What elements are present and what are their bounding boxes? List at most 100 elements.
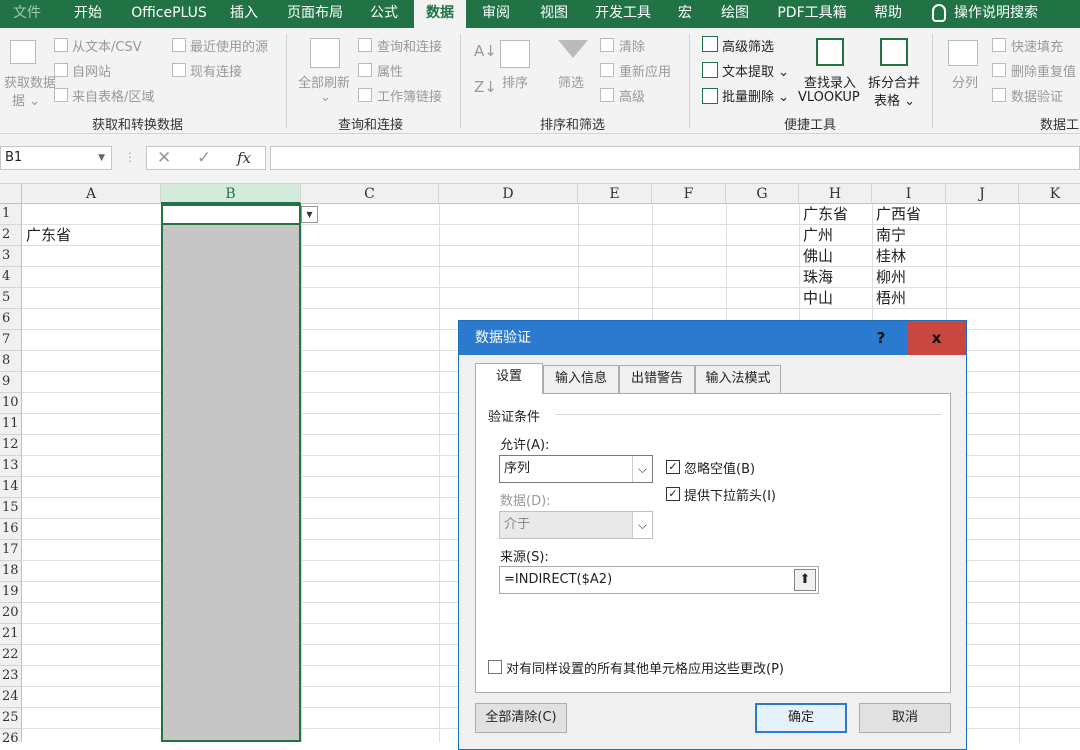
cell-h2[interactable]: 广州	[799, 225, 833, 246]
cell-i2[interactable]: 南宁	[872, 225, 906, 246]
row-header[interactable]: 6	[0, 309, 22, 330]
tab-officeplus[interactable]: OfficePLUS	[122, 0, 216, 28]
row-header[interactable]: 17	[0, 540, 22, 561]
row-header[interactable]: 16	[0, 519, 22, 540]
name-box-dropdown-icon[interactable]: ▼	[98, 147, 105, 169]
column-header-e[interactable]: E	[578, 184, 652, 204]
row-header[interactable]: 14	[0, 477, 22, 498]
collapse-dialog-icon[interactable]: ⬆	[794, 569, 816, 591]
lookup-entry-button[interactable]: 查找录入	[804, 72, 856, 91]
row-header[interactable]: 12	[0, 435, 22, 456]
cell-i1[interactable]: 广西省	[872, 204, 921, 225]
name-box[interactable]: B1 ▼	[0, 146, 112, 170]
flash-fill-button[interactable]: 快速填充	[1011, 36, 1063, 55]
text-to-columns-button[interactable]: 分列	[952, 72, 978, 91]
tab-review[interactable]: 审阅	[474, 0, 518, 28]
dropdown-label[interactable]: 提供下拉箭头(I)	[684, 485, 776, 504]
clear-button[interactable]: 清除	[619, 36, 645, 55]
source-input[interactable]: =INDIRECT($A2)	[499, 566, 819, 594]
cell-h3[interactable]: 佛山	[799, 246, 833, 267]
sort-za-icon[interactable]: Z↓	[474, 78, 497, 96]
tab-ime-mode[interactable]: 输入法模式	[695, 365, 781, 393]
column-header-a[interactable]: A	[22, 184, 161, 204]
queries-connections-button[interactable]: 查询和连接	[377, 36, 442, 55]
text-extract-button[interactable]: 文本提取 ⌄	[722, 61, 789, 80]
cancel-icon[interactable]: ✕	[157, 148, 171, 168]
row-header[interactable]: 11	[0, 414, 22, 435]
apply-all-checkbox[interactable]	[488, 660, 502, 674]
row-header[interactable]: 3	[0, 246, 22, 267]
tab-input-message[interactable]: 输入信息	[543, 365, 619, 393]
cell-h4[interactable]: 珠海	[799, 267, 833, 288]
column-header-g[interactable]: G	[726, 184, 799, 204]
workbook-links-button[interactable]: 工作簿链接	[377, 86, 442, 105]
row-header[interactable]: 24	[0, 687, 22, 708]
row-header[interactable]: 1	[0, 204, 22, 225]
column-header-d[interactable]: D	[439, 184, 578, 204]
tab-macro[interactable]: 宏	[670, 0, 700, 28]
row-header[interactable]: 8	[0, 351, 22, 372]
row-header[interactable]: 21	[0, 624, 22, 645]
tab-settings[interactable]: 设置	[475, 363, 543, 394]
properties-button[interactable]: 属性	[377, 61, 403, 80]
close-button[interactable]: x	[907, 321, 966, 355]
ignore-blank-checkbox[interactable]: ✓	[666, 460, 680, 474]
row-header[interactable]: 9	[0, 372, 22, 393]
column-header-c[interactable]: C	[301, 184, 439, 204]
column-header-i[interactable]: I	[872, 184, 946, 204]
chevron-down-icon[interactable]: ⌵	[632, 456, 652, 482]
cell-a2[interactable]: 广东省	[22, 225, 71, 246]
row-header[interactable]: 18	[0, 561, 22, 582]
row-header[interactable]: 15	[0, 498, 22, 519]
from-text-csv-button[interactable]: 从文本/CSV	[72, 36, 142, 55]
get-data-button[interactable]: 获取数据	[4, 72, 56, 91]
tab-view[interactable]: 视图	[532, 0, 576, 28]
filter-button[interactable]: 筛选	[558, 72, 584, 91]
row-header[interactable]: 5	[0, 288, 22, 309]
cell-i4[interactable]: 柳州	[872, 267, 906, 288]
reapply-button[interactable]: 重新应用	[619, 61, 671, 80]
row-header[interactable]: 23	[0, 666, 22, 687]
tab-developer[interactable]: 开发工具	[588, 0, 658, 28]
tab-home[interactable]: 开始	[60, 0, 116, 28]
active-cell-b1[interactable]	[161, 204, 301, 225]
tab-draw[interactable]: 绘图	[712, 0, 758, 28]
recent-sources-button[interactable]: 最近使用的源	[190, 36, 268, 55]
tab-formulas[interactable]: 公式	[362, 0, 406, 28]
split-merge-button[interactable]: 拆分合并	[868, 72, 920, 91]
tab-file[interactable]: 文件	[0, 0, 54, 28]
select-all-corner[interactable]	[0, 184, 22, 204]
row-header[interactable]: 10	[0, 393, 22, 414]
cell-h5[interactable]: 中山	[799, 288, 833, 309]
tab-data[interactable]: 数据	[414, 0, 466, 28]
row-header[interactable]: 4	[0, 267, 22, 288]
insert-function-icon[interactable]: fx	[237, 149, 251, 167]
row-header[interactable]: 13	[0, 456, 22, 477]
existing-connections-button[interactable]: 现有连接	[190, 61, 242, 80]
remove-duplicates-button[interactable]: 删除重复值	[1011, 61, 1076, 80]
row-header[interactable]: 7	[0, 330, 22, 351]
clear-all-button[interactable]: 全部清除(C)	[475, 703, 567, 733]
column-header-f[interactable]: F	[652, 184, 726, 204]
cancel-button[interactable]: 取消	[859, 703, 951, 733]
dropdown-checkbox[interactable]: ✓	[666, 487, 680, 501]
column-header-h[interactable]: H	[799, 184, 872, 204]
row-header[interactable]: 2	[0, 225, 22, 246]
cell-i5[interactable]: 梧州	[872, 288, 906, 309]
allow-select[interactable]: 序列 ⌵	[499, 455, 653, 483]
row-header[interactable]: 26	[0, 729, 22, 742]
formula-input[interactable]	[270, 146, 1080, 170]
ignore-blank-label[interactable]: 忽略空值(B)	[684, 458, 755, 477]
sort-button[interactable]: 排序	[502, 72, 528, 91]
row-header[interactable]: 20	[0, 603, 22, 624]
row-header[interactable]: 22	[0, 645, 22, 666]
tab-help[interactable]: 帮助	[866, 0, 910, 28]
tab-insert[interactable]: 插入	[222, 0, 266, 28]
column-header-b[interactable]: B	[161, 184, 301, 204]
cell-h1[interactable]: 广东省	[799, 204, 848, 225]
cell-dropdown-icon[interactable]: ▼	[301, 206, 318, 223]
data-validation-button[interactable]: 数据验证	[1011, 86, 1063, 105]
ok-button[interactable]: 确定	[755, 703, 847, 733]
from-table-button[interactable]: 来自表格/区域	[72, 86, 154, 105]
batch-delete-button[interactable]: 批量删除 ⌄	[722, 86, 789, 105]
